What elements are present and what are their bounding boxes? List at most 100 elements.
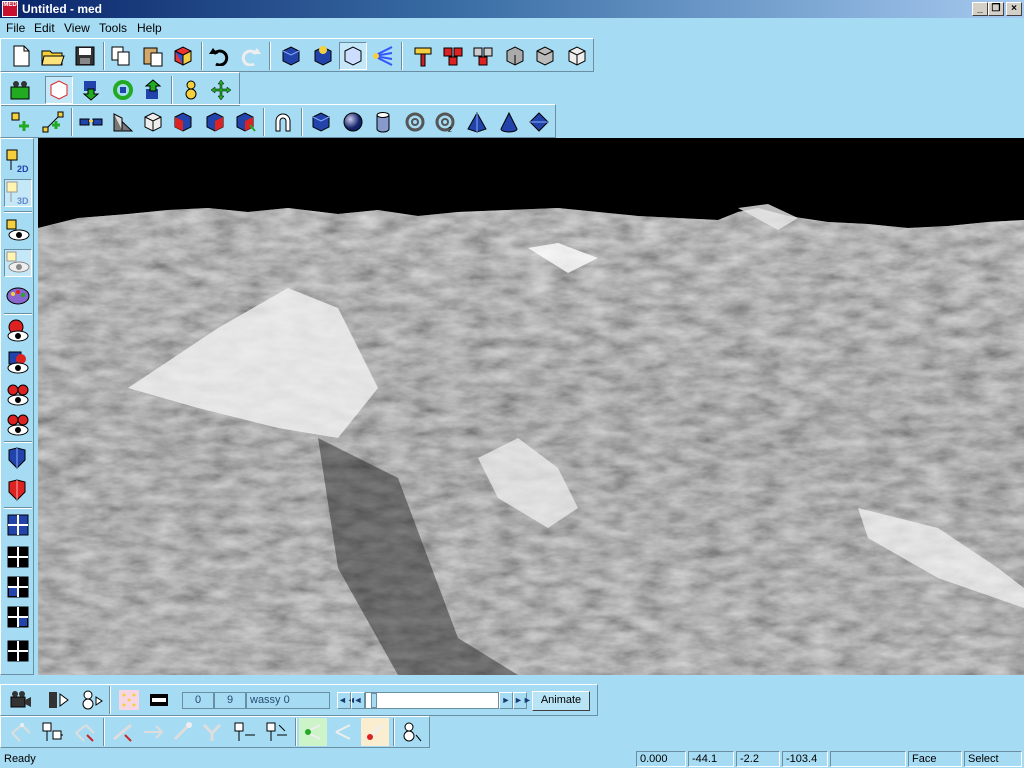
cube-light-icon[interactable] <box>309 42 337 70</box>
cube-red-left-icon[interactable] <box>169 108 197 136</box>
new-file-icon[interactable] <box>7 42 35 70</box>
bone-attach-icon[interactable] <box>231 718 259 746</box>
layout-single-icon[interactable] <box>4 637 32 665</box>
torus-primitive-icon[interactable] <box>401 108 429 136</box>
red-eyes-icon[interactable] <box>4 381 32 409</box>
3d-viewport[interactable] <box>38 138 1024 675</box>
bone-edit-icon[interactable] <box>109 718 137 746</box>
snowman-tool-icon[interactable] <box>397 718 425 746</box>
red-cubes-icon[interactable] <box>439 42 467 70</box>
bone-branch-icon[interactable] <box>329 718 357 746</box>
open-folder-icon[interactable] <box>39 42 67 70</box>
layout-quad-2-icon[interactable] <box>4 543 32 571</box>
red-eye-icon[interactable] <box>4 317 32 345</box>
glasses-icon[interactable] <box>77 108 105 136</box>
step-back-button[interactable]: ◄ <box>351 692 365 709</box>
camera-green-icon[interactable] <box>7 76 35 104</box>
menu-view[interactable]: View <box>64 21 90 35</box>
red-shield-icon[interactable] <box>4 477 32 505</box>
cube-blue-icon[interactable] <box>277 42 305 70</box>
arrow-up-icon[interactable] <box>139 76 167 104</box>
copy-icon[interactable] <box>107 42 135 70</box>
gray-cube-2-icon[interactable] <box>531 42 559 70</box>
minimize-button[interactable]: _ <box>972 2 988 16</box>
paste-icon[interactable] <box>139 42 167 70</box>
box-white-icon[interactable] <box>139 108 167 136</box>
bone-chain-icon[interactable] <box>199 718 227 746</box>
select-box-icon[interactable] <box>45 76 73 104</box>
move-cross-icon[interactable] <box>207 76 235 104</box>
frame-slider[interactable] <box>365 692 499 709</box>
sphere-primitive-icon[interactable] <box>339 108 367 136</box>
magnet-icon[interactable] <box>269 108 297 136</box>
paint-palette-icon[interactable] <box>4 281 32 309</box>
white-cube-icon[interactable] <box>563 42 591 70</box>
bone-rotate-icon[interactable] <box>169 718 197 746</box>
status-bar: Ready 0.000 -44.1 -2.2 -103.4 Face Selec… <box>0 750 1024 768</box>
layout-bottom-right-icon[interactable] <box>4 603 32 631</box>
eye-view-2-icon[interactable] <box>4 249 32 277</box>
bone-detach-icon[interactable] <box>263 718 291 746</box>
add-vertex-icon[interactable] <box>7 108 35 136</box>
menu-help[interactable]: Help <box>137 21 162 35</box>
toolbar-separator <box>171 76 173 104</box>
fast-forward-button[interactable]: ►► <box>513 692 532 709</box>
close-button[interactable]: × <box>1006 2 1022 16</box>
cube-red-right-icon[interactable] <box>201 108 229 136</box>
menu-tools[interactable]: Tools <box>99 21 127 35</box>
bone-red-joint-icon[interactable] <box>361 718 389 746</box>
redo-icon[interactable] <box>237 42 265 70</box>
bone-select-icon[interactable] <box>39 718 67 746</box>
bone-tool-icon[interactable] <box>7 718 35 746</box>
play-frame-icon[interactable] <box>45 686 73 714</box>
diamond-primitive-icon[interactable] <box>525 108 553 136</box>
film-strip-icon[interactable] <box>145 686 173 714</box>
2d-label: 2D <box>17 164 29 174</box>
layout-bottom-left-icon[interactable] <box>4 573 32 601</box>
animation-name-field[interactable]: wassy 0 <box>246 692 330 709</box>
cylinder-primitive-icon[interactable] <box>369 108 397 136</box>
rewind-button[interactable]: ◄◄ <box>337 692 356 709</box>
eye-view-icon[interactable] <box>4 217 32 245</box>
menu-file[interactable]: File <box>6 21 25 35</box>
torus-2-primitive-icon[interactable]: 2 <box>431 108 459 136</box>
pyramid-primitive-icon[interactable] <box>463 108 491 136</box>
wedge-icon[interactable] <box>109 108 137 136</box>
add-edge-icon[interactable] <box>39 108 67 136</box>
mixed-cubes-icon[interactable] <box>469 42 497 70</box>
snowman-play-icon[interactable] <box>77 686 105 714</box>
bone-move-icon[interactable] <box>139 718 167 746</box>
undo-icon[interactable] <box>205 42 233 70</box>
rotate-icon[interactable] <box>109 76 137 104</box>
start-frame-field[interactable]: 0 <box>182 692 214 709</box>
slider-thumb[interactable] <box>371 693 377 708</box>
bone-link-icon[interactable] <box>71 718 99 746</box>
keyframe-dots-icon[interactable] <box>115 686 143 714</box>
blue-shield-icon[interactable] <box>4 445 32 473</box>
2d-view-icon[interactable]: 2D <box>4 147 32 175</box>
camera-icon[interactable] <box>7 686 35 714</box>
app-logo-icon[interactable]: MED <box>2 1 18 17</box>
cone-primitive-icon[interactable] <box>495 108 523 136</box>
box-primitive-icon[interactable] <box>307 108 335 136</box>
cube-red-top-icon[interactable] <box>231 108 259 136</box>
layout-quad-icon[interactable] <box>4 511 32 539</box>
arrow-down-icon[interactable] <box>77 76 105 104</box>
gray-cube-icon[interactable] <box>501 42 529 70</box>
svg-text:2: 2 <box>448 127 452 133</box>
snowman-icon[interactable] <box>177 76 205 104</box>
3d-cube-color-icon[interactable] <box>169 42 197 70</box>
bone-green-dot-icon[interactable] <box>299 718 327 746</box>
light-rays-icon[interactable] <box>369 42 397 70</box>
menu-edit[interactable]: Edit <box>34 21 55 35</box>
red-eyes-2-icon[interactable] <box>4 411 32 439</box>
hammer-icon[interactable] <box>409 42 437 70</box>
save-disk-icon[interactable] <box>71 42 99 70</box>
3d-view-icon[interactable]: 3D <box>4 179 32 207</box>
end-frame-field[interactable]: 9 <box>214 692 246 709</box>
animate-button[interactable]: Animate <box>532 691 590 711</box>
blue-red-eye-icon[interactable] <box>4 349 32 377</box>
restore-button[interactable]: ❐ <box>988 2 1004 16</box>
step-forward-button[interactable]: ► <box>499 692 513 709</box>
cube-select-icon[interactable] <box>339 42 367 70</box>
